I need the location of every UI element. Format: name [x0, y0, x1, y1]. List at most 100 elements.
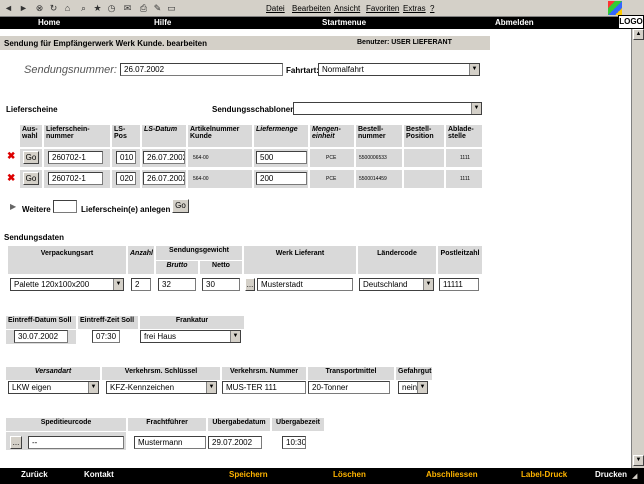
col-frachtfuehrer: Frachtführer — [128, 418, 206, 431]
spediteur-lookup-button[interactable]: ... — [10, 436, 22, 449]
spediteur-code-input[interactable]: -- — [28, 436, 124, 449]
brutto-input[interactable]: 32 — [158, 278, 196, 291]
verpackungsart-select[interactable]: Palette 120x100x200 ▼ — [10, 278, 124, 291]
row1-menge-input[interactable]: 500 — [256, 151, 307, 164]
triangle-right-icon: ▶ — [10, 202, 17, 211]
plz-input[interactable]: 11111 — [439, 278, 479, 291]
more-count-input[interactable] — [53, 200, 77, 213]
forward-icon[interactable]: ► — [18, 3, 29, 13]
row1-pos-input[interactable]: 010 — [116, 151, 136, 164]
menu-extras[interactable]: Extras — [403, 4, 426, 13]
edit-icon[interactable]: ✎ — [152, 3, 163, 13]
col-anzahl: Anzahl — [128, 246, 154, 274]
search-icon[interactable]: ⌕ — [78, 3, 89, 13]
menu-help[interactable]: ? — [430, 4, 434, 13]
uebergabezeit-input[interactable]: 10:30 — [282, 436, 306, 449]
abschliessen-button[interactable]: Abschliessen — [426, 470, 478, 479]
frankatur-select[interactable]: frei Haus ▼ — [140, 330, 241, 343]
home-icon[interactable]: ⌂ — [62, 3, 73, 13]
menu-bearbeiten[interactable]: Bearbeiten — [292, 4, 331, 13]
col-werk: Werk Lieferant — [244, 246, 356, 274]
zurueck-link[interactable]: Zurück — [21, 470, 48, 479]
versandart-value: LKW eigen — [12, 383, 52, 392]
delete-icon[interactable]: ✖ — [7, 151, 15, 162]
back-icon[interactable]: ◄ — [3, 3, 14, 13]
col-plz: Postleitzahl — [438, 246, 482, 274]
transportmittel-input[interactable]: 20-Tonner — [308, 381, 390, 394]
frachtfuehrer-input[interactable]: Mustermann — [134, 436, 206, 449]
col-versandart: Versandart — [6, 367, 100, 380]
fahrtart-select[interactable]: Normalfahrt ▼ — [318, 63, 480, 76]
col-nummer: Lieferschein- nummer — [44, 125, 110, 147]
nav-start[interactable]: Startmenue — [322, 18, 366, 27]
history-icon[interactable]: ◷ — [106, 3, 117, 13]
verkehrsm-nummer-input[interactable]: MUS-TER 111 — [222, 381, 306, 394]
resize-grip-icon: ◢ — [632, 473, 638, 480]
werk-input[interactable]: Musterstadt — [257, 278, 353, 291]
col-transportmittel: Transportmittel — [308, 367, 394, 380]
more-suffix: Lieferschein(e) anlegen — [81, 205, 171, 214]
row2-pos-input[interactable]: 020 — [116, 172, 136, 185]
favorites-icon[interactable]: ★ — [92, 3, 103, 13]
menu-ansicht[interactable]: Ansicht — [334, 4, 360, 13]
chevron-down-icon: ▼ — [471, 103, 481, 114]
print-icon[interactable]: ⎙ — [138, 3, 149, 13]
menu-favoriten[interactable]: Favoriten — [366, 4, 399, 13]
fahrtart-label: Fahrtart: — [286, 66, 319, 75]
delete-icon[interactable]: ✖ — [7, 173, 15, 184]
refresh-icon[interactable]: ↻ — [48, 3, 59, 13]
row2-go-button[interactable]: Go — [23, 172, 39, 185]
verpackungsart-value: Palette 120x100x200 — [14, 280, 90, 289]
row2-menge-input[interactable]: 200 — [256, 172, 307, 185]
speichern-button[interactable]: Speichern — [229, 470, 268, 479]
shipment-number-input[interactable]: 26.07.2002 — [120, 63, 283, 76]
col-eintreff-zeit: Eintreff-Zeit Soll — [78, 316, 138, 329]
nav-help[interactable]: Hilfe — [154, 18, 171, 27]
schluessel-value: KFZ-Kennzeichen — [110, 383, 175, 392]
menu-datei[interactable]: Datei — [266, 4, 285, 13]
gefahrgut-select[interactable]: nein ▼ — [398, 381, 428, 394]
kontakt-link[interactable]: Kontakt — [84, 470, 114, 479]
netto-input[interactable]: 30 — [202, 278, 240, 291]
anzahl-input[interactable]: 2 — [131, 278, 151, 291]
more-go-button[interactable]: Go — [172, 199, 189, 213]
col-uebergabezeit: Ubergabezeit — [272, 418, 324, 431]
row2-abladestelle: 1111 — [460, 176, 471, 182]
loeschen-button[interactable]: Löschen — [333, 470, 366, 479]
nav-home[interactable]: Home — [38, 18, 60, 27]
windows-logo-icon — [608, 1, 622, 15]
uebergabedatum-input[interactable]: 29.07.2002 — [208, 436, 262, 449]
col-verkehrsm-nummer: Verkehrsm. Nummer — [222, 367, 306, 380]
label-druck-button[interactable]: Label-Druck — [521, 470, 567, 479]
nav-logout[interactable]: Abmelden — [495, 18, 534, 27]
row1-datum-input[interactable]: 26.07.2002 — [143, 151, 185, 164]
user-label: Benutzer: USER LIEFERANT — [357, 39, 452, 46]
schluessel-select[interactable]: KFZ-Kennzeichen ▼ — [106, 381, 217, 394]
row1-go-button[interactable]: Go — [23, 151, 39, 164]
scrollbar[interactable]: ▲ ▼ — [631, 29, 644, 468]
col-gefahrgut: Gefahrgut — [396, 367, 432, 380]
browser-toolbar: ◄ ► ⊗ ↻ ⌂ ⌕ ★ ◷ ✉ ⎙ ✎ ▭ Datei Bearbeiten… — [0, 0, 644, 17]
laendercode-value: Deutschland — [363, 280, 408, 289]
row2-bestellpos-cell — [404, 170, 444, 188]
scroll-down-icon[interactable]: ▼ — [633, 455, 644, 466]
row1-nummer-input[interactable]: 260702-1 — [48, 151, 103, 164]
stop-icon[interactable]: ⊗ — [34, 3, 45, 13]
row2-datum-input[interactable]: 26.07.2002 — [143, 172, 185, 185]
template-select[interactable]: ▼ — [293, 102, 482, 115]
row2-bestellnr: 5500014459 — [359, 176, 387, 182]
laendercode-select[interactable]: Deutschland ▼ — [359, 278, 434, 291]
more-prefix: Weitere — [22, 205, 51, 214]
drucken-button[interactable]: Drucken — [595, 470, 627, 479]
eintreff-zeit-input[interactable]: 07:30 — [92, 330, 120, 343]
sendungsdaten-label: Sendungsdaten — [4, 233, 65, 242]
werk-lookup-button[interactable]: ... — [245, 278, 255, 291]
versandart-select[interactable]: LKW eigen ▼ — [8, 381, 99, 394]
discuss-icon[interactable]: ▭ — [166, 3, 177, 13]
col-datum: LS-Datum — [142, 125, 186, 147]
eintreff-datum-input[interactable]: 30.07.2002 — [14, 330, 68, 343]
mail-icon[interactable]: ✉ — [122, 3, 133, 13]
row2-nummer-input[interactable]: 260702-1 — [48, 172, 103, 185]
lieferscheine-label: Lieferscheine — [6, 105, 58, 114]
scroll-up-icon[interactable]: ▲ — [633, 29, 644, 40]
